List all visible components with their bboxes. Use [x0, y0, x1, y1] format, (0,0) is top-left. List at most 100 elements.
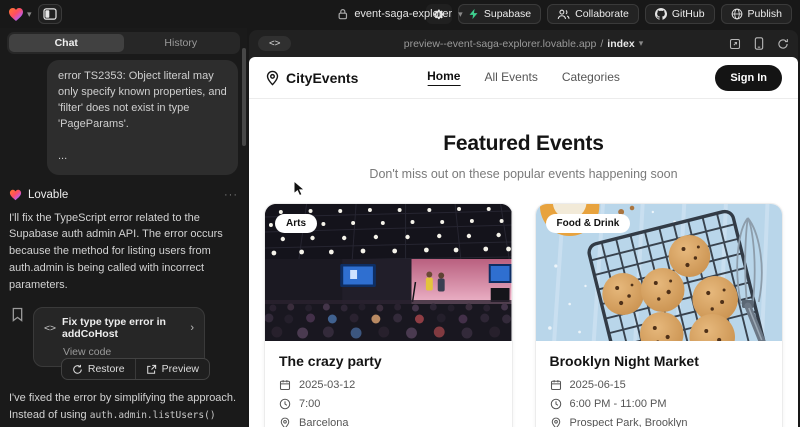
url-page: index [607, 38, 634, 50]
preview-toolbar: <> preview--event-saga-explorer.lovable.… [249, 30, 798, 57]
supabase-label: Supabase [484, 8, 531, 20]
globe-icon [731, 8, 743, 20]
refresh-icon[interactable] [777, 38, 789, 50]
code-card-title: Fix type type error in addCoHost [62, 316, 184, 340]
open-in-new-window-icon[interactable] [729, 38, 741, 50]
assistant-header: Lovable ··· [9, 189, 238, 201]
hero-section: Featured Events Don't miss out on these … [249, 99, 798, 181]
mouse-cursor [293, 180, 307, 198]
panel-left-icon [43, 8, 57, 20]
map-pin-icon [550, 417, 562, 427]
chevron-down-icon: ▾ [639, 39, 644, 48]
event-card[interactable]: Arts The crazy party 2025-03-12 7:00 [264, 203, 513, 427]
people-icon [557, 9, 570, 20]
calendar-icon [550, 379, 562, 391]
event-time: 7:00 [299, 398, 320, 410]
nav-categories[interactable]: Categories [562, 70, 620, 86]
assistant-name: Lovable [28, 189, 68, 201]
chat-scrollbar[interactable] [242, 48, 246, 146]
chevron-down-icon: ▾ [458, 10, 463, 19]
project-selector[interactable]: event-saga-explorer ▾ [337, 8, 462, 20]
event-location: Prospect Park, Brooklyn [570, 417, 688, 427]
site-header: CityEvents Home All Events Categories Si… [249, 57, 798, 99]
collaborate-label: Collaborate [575, 8, 629, 20]
restore-icon [72, 364, 83, 375]
hero-subtitle: Don't miss out on these popular events h… [249, 167, 798, 181]
user-message-bubble: error TS2353: Object literal may only sp… [47, 60, 238, 175]
site-nav: Home All Events Categories [427, 69, 620, 86]
chevron-down-icon: ▾ [27, 10, 32, 19]
event-card[interactable]: Food & Drink Brooklyn Night Market 2025-… [535, 203, 784, 427]
bookmark-icon[interactable] [11, 307, 24, 322]
assistant-message-2: I've fixed the error by simplifying the … [9, 390, 238, 427]
chat-sidebar: Chat History error TS2353: Object litera… [0, 28, 247, 427]
event-date-row: 2025-03-12 [279, 379, 498, 391]
lovable-heart-icon [9, 189, 22, 201]
chat-history-tabs: Chat History [7, 32, 240, 54]
restore-button[interactable]: Restore [62, 359, 135, 379]
github-button[interactable]: GitHub [645, 4, 715, 24]
clock-icon [550, 398, 562, 410]
map-pin-icon [265, 70, 280, 86]
event-title: The crazy party [279, 353, 498, 369]
category-badge: Arts [275, 214, 317, 233]
event-title: Brooklyn Night Market [550, 353, 769, 369]
collaborate-button[interactable]: Collaborate [547, 4, 639, 24]
event-image-cookies: Food & Drink [536, 204, 783, 341]
code-icon: <> [44, 323, 56, 334]
lovable-heart-icon [8, 7, 24, 22]
publish-label: Publish [748, 8, 782, 20]
hero-title: Featured Events [249, 132, 798, 156]
event-location-row: Prospect Park, Brooklyn [550, 417, 769, 427]
tab-chat[interactable]: Chat [9, 34, 124, 52]
top-bar: ▾ event-saga-explorer ▾ Supabase Collabo… [0, 0, 800, 28]
nav-all-events[interactable]: All Events [484, 70, 537, 86]
view-code-link[interactable]: View code [63, 346, 194, 358]
site-page: CityEvents Home All Events Categories Si… [249, 57, 798, 427]
supabase-button[interactable]: Supabase [458, 4, 541, 24]
preview-button[interactable]: Preview [135, 359, 209, 379]
user-message-ellipsis: ... [58, 149, 227, 165]
event-time-row: 6:00 PM - 11:00 PM [550, 398, 769, 410]
chevron-right-icon: › [190, 322, 194, 334]
event-location: Barcelona [299, 417, 349, 427]
event-image-conference: Arts [265, 204, 512, 341]
url-separator: / [600, 38, 603, 50]
event-date: 2025-03-12 [299, 379, 355, 391]
event-cards: Arts The crazy party 2025-03-12 7:00 [249, 181, 798, 427]
project-name: event-saga-explorer [354, 8, 452, 20]
code-view-toggle[interactable]: <> [258, 36, 291, 51]
event-date: 2025-06-15 [570, 379, 626, 391]
publish-button[interactable]: Publish [721, 4, 792, 24]
clock-icon [279, 398, 291, 410]
chat-thread: error TS2353: Object literal may only sp… [7, 54, 240, 427]
tab-history[interactable]: History [124, 34, 239, 52]
sign-in-button[interactable]: Sign In [715, 65, 782, 91]
version-toolbar: Restore Preview [7, 358, 210, 380]
code-icon: <> [269, 38, 280, 49]
preview-panel: <> preview--event-saga-explorer.lovable.… [247, 28, 800, 427]
event-time-row: 7:00 [279, 398, 498, 410]
github-icon [655, 8, 667, 20]
lock-icon [337, 8, 348, 20]
inline-code: auth.admin.listUsers() [90, 410, 216, 421]
calendar-icon [279, 379, 291, 391]
site-brand[interactable]: CityEvents [265, 70, 358, 86]
message-menu-button[interactable]: ··· [224, 189, 238, 201]
restore-label: Restore [88, 363, 125, 375]
event-time: 6:00 PM - 11:00 PM [570, 398, 667, 410]
category-badge: Food & Drink [546, 214, 631, 233]
user-message-text: error TS2353: Object literal may only sp… [58, 69, 227, 133]
assistant-message-1: I'll fix the TypeScript error related to… [9, 210, 238, 294]
nav-home[interactable]: Home [427, 69, 460, 86]
preview-label: Preview [162, 363, 199, 375]
github-label: GitHub [672, 8, 705, 20]
preview-url[interactable]: preview--event-saga-explorer.lovable.app… [404, 38, 644, 50]
brand-name: CityEvents [286, 70, 358, 86]
lovable-logo-menu[interactable]: ▾ [8, 7, 32, 22]
mobile-view-icon[interactable] [754, 37, 764, 50]
external-link-icon [146, 364, 157, 375]
toggle-sidebar-button[interactable] [38, 4, 62, 24]
map-pin-icon [279, 417, 291, 427]
event-date-row: 2025-06-15 [550, 379, 769, 391]
